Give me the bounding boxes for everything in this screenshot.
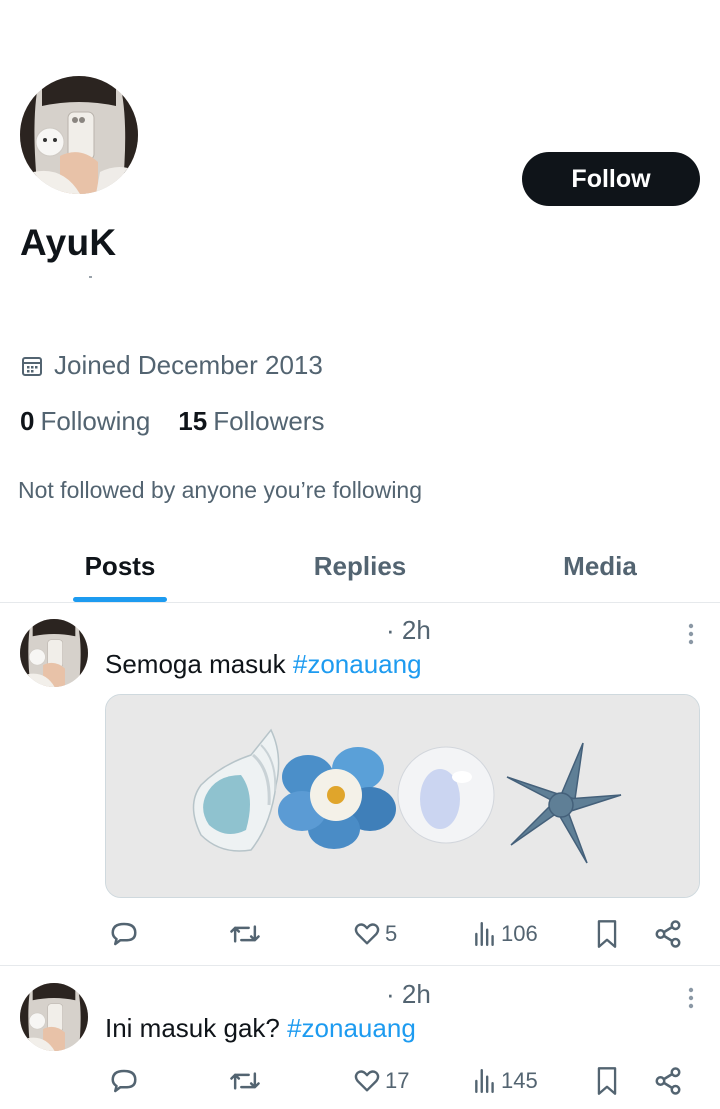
hashtag-link[interactable]: #zonauang (287, 1013, 416, 1043)
bookmark-icon (597, 920, 617, 948)
view-count: 145 (501, 1068, 538, 1093)
post-item[interactable]: · 2h Ini masuk gak? #zonauang 17 145 (0, 967, 720, 1109)
following-count: 0 (20, 406, 35, 436)
follow-stats: 0 Following 15 Followers (20, 406, 324, 437)
follow-button[interactable]: Follow (522, 152, 700, 206)
followers-link[interactable]: 15 Followers (178, 406, 324, 437)
avatar-photo (20, 619, 88, 687)
share-icon (655, 1067, 681, 1095)
tab-posts-label: Posts (84, 550, 156, 581)
following-link[interactable]: 0 Following (20, 406, 150, 437)
views-icon (475, 1068, 494, 1094)
reply-button[interactable] (109, 1061, 139, 1101)
more-options-icon[interactable] (688, 987, 694, 1009)
bookmark-button[interactable] (595, 1061, 619, 1101)
tab-replies[interactable]: Replies (240, 530, 480, 602)
views-button[interactable]: 145 (473, 1061, 538, 1101)
post-timestamp[interactable]: · 2h (386, 615, 431, 646)
post-text: Semoga masuk #zonauang (105, 649, 422, 680)
heart-icon (354, 923, 380, 945)
followers-count: 15 (178, 406, 208, 436)
heart-icon (354, 1070, 380, 1092)
repost-button[interactable] (229, 1061, 261, 1101)
active-tab-indicator (73, 597, 167, 602)
post-actions: 5 106 (105, 914, 695, 954)
post-text: Ini masuk gak? #zonauang (105, 1013, 416, 1044)
share-icon (655, 920, 681, 948)
tab-media[interactable]: Media (480, 530, 720, 602)
tab-replies-label: Replies (313, 550, 407, 581)
post-item[interactable]: · 2h Semoga masuk #zonauang 5 106 (0, 603, 720, 966)
post-avatar[interactable] (20, 619, 88, 687)
followers-label: Followers (213, 406, 325, 436)
avatar-photo (20, 76, 138, 194)
post-body: Semoga masuk (105, 649, 293, 679)
display-name: AyuK (20, 222, 117, 263)
reply-icon (111, 922, 137, 946)
share-button[interactable] (653, 1061, 683, 1101)
joined-text: Joined December 2013 (54, 350, 323, 380)
repost-icon (230, 1072, 260, 1090)
post-avatar[interactable] (20, 983, 88, 1051)
profile-page: Follow AyuK Joined December 2013 0 Follow… (0, 0, 720, 1109)
views-icon (475, 921, 494, 947)
tab-posts[interactable]: Posts (0, 530, 240, 602)
like-button[interactable]: 17 (353, 1061, 409, 1101)
handle-placeholder (89, 276, 92, 278)
bookmark-button[interactable] (595, 914, 619, 954)
share-button[interactable] (653, 914, 683, 954)
repost-icon (230, 925, 260, 943)
post-actions: 17 145 (105, 1061, 695, 1101)
profile-avatar[interactable] (20, 76, 138, 194)
mutual-followers-note: Not followed by anyone you’re following (18, 477, 423, 503)
like-count: 17 (385, 1068, 410, 1093)
more-options-icon[interactable] (688, 623, 694, 645)
bookmark-icon (597, 1067, 617, 1095)
reply-icon (111, 1069, 137, 1093)
joined-date: Joined December 2013 (20, 350, 323, 381)
post-body: Ini masuk gak? (105, 1013, 288, 1043)
following-label: Following (40, 406, 151, 436)
post-media-image[interactable] (105, 694, 700, 898)
calendar-icon (22, 356, 42, 376)
post-timestamp[interactable]: · 2h (386, 979, 431, 1010)
views-button[interactable]: 106 (473, 914, 538, 954)
reply-button[interactable] (109, 914, 139, 954)
profile-tabs: Posts Replies Media (0, 530, 720, 603)
tab-media-label: Media (563, 550, 637, 581)
hashtag-link[interactable]: #zonauang (293, 649, 422, 679)
view-count: 106 (501, 921, 538, 946)
like-count: 5 (385, 921, 398, 946)
avatar-photo (20, 983, 88, 1051)
seashell-illustration (106, 695, 699, 897)
like-button[interactable]: 5 (353, 914, 397, 954)
repost-button[interactable] (229, 914, 261, 954)
